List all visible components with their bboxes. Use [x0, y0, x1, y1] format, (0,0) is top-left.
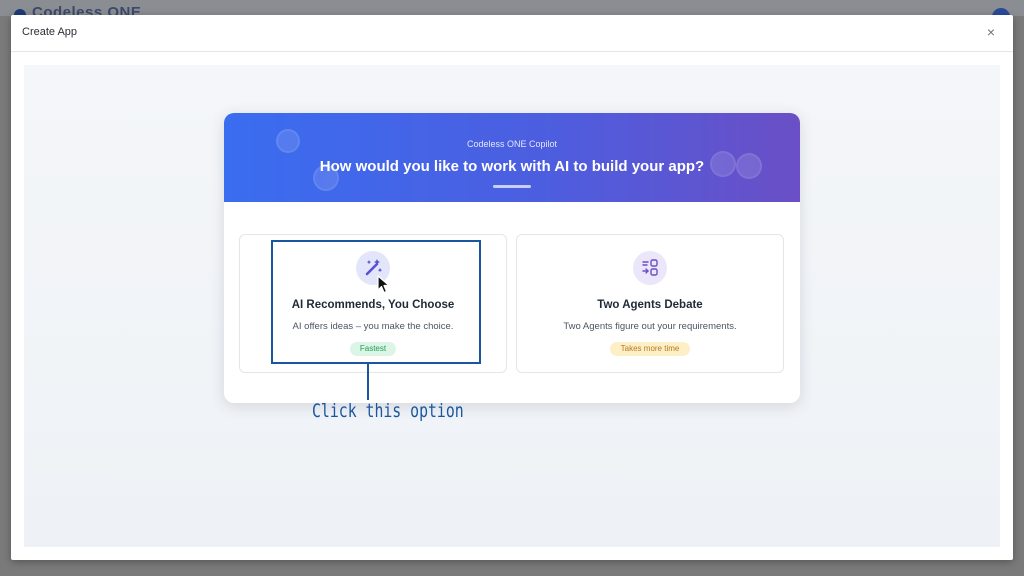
modal-content: Codeless ONE Copilot How would you like … [24, 65, 1000, 547]
takes-more-time-badge: Takes more time [610, 342, 690, 356]
option-two-agents-debate[interactable]: Two Agents Debate Two Agents figure out … [516, 234, 784, 373]
option-title: Two Agents Debate [597, 299, 703, 311]
hero-subtitle: Codeless ONE Copilot [466, 139, 558, 149]
hero-title: How would you like to work with AI to bu… [319, 158, 705, 175]
highlight-box [271, 240, 481, 364]
hero-divider [493, 185, 531, 188]
background-app-header: Codeless ONE [0, 0, 1024, 26]
modal-header: Create App × [11, 15, 1013, 52]
callout-text: Click this option [312, 400, 464, 422]
callout-connector-line [367, 364, 369, 400]
modal-title: Create App [22, 26, 78, 38]
create-app-modal: Create App × Codeless ONE Copilot How wo… [11, 15, 1013, 560]
close-icon[interactable]: × [983, 24, 999, 40]
option-description: Two Agents figure out your requirements. [563, 321, 737, 332]
debate-agents-icon [633, 251, 667, 285]
copilot-hero-banner: Codeless ONE Copilot How would you like … [224, 113, 800, 202]
mouse-pointer-icon [377, 275, 391, 300]
